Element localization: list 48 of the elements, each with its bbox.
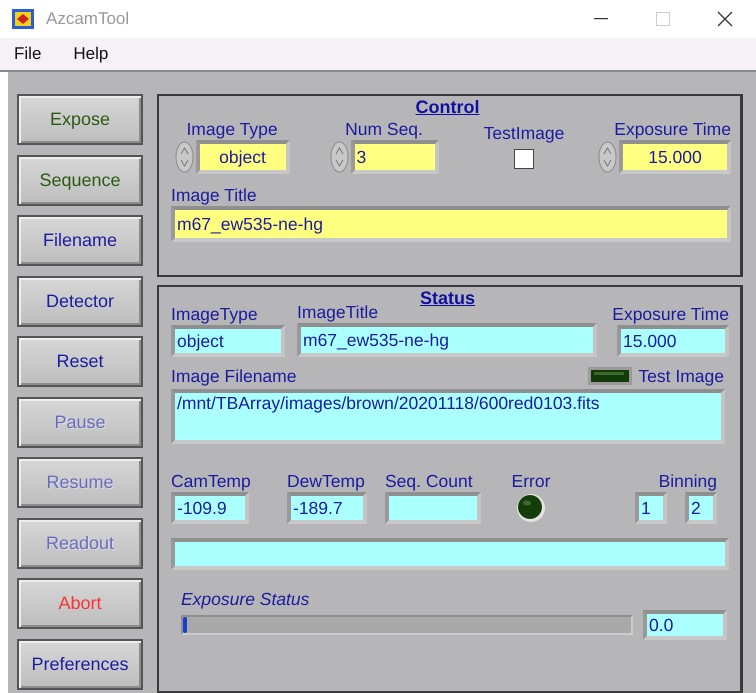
field-label: Binning bbox=[658, 470, 717, 492]
value-display: 15.000 bbox=[617, 325, 729, 357]
input-field[interactable]: 15.000 bbox=[619, 140, 731, 174]
led-label: Test Image bbox=[638, 365, 724, 387]
field-label: Exposure Time bbox=[612, 303, 729, 325]
input-field[interactable]: m67_ew535-ne-hg bbox=[171, 206, 731, 242]
action-button[interactable]: Sequence bbox=[17, 154, 143, 206]
field-label: Image Title bbox=[171, 184, 257, 206]
value-display: 1 bbox=[635, 492, 667, 524]
input-field[interactable]: 3 bbox=[350, 140, 438, 174]
menu-item[interactable]: File bbox=[8, 42, 48, 66]
field-label: Image Type bbox=[186, 118, 278, 140]
field-label: ImageType bbox=[171, 303, 258, 325]
field-label: Image Filename bbox=[171, 366, 296, 386]
value-display: m67_ew535-ne-hg bbox=[297, 323, 597, 357]
window-title: AzcamTool bbox=[46, 9, 130, 29]
checkbox[interactable] bbox=[514, 149, 534, 169]
value-display: 2 bbox=[685, 492, 717, 524]
spinner-icon[interactable] bbox=[174, 141, 194, 173]
field-label: Seq. Count bbox=[385, 470, 473, 492]
input-field[interactable]: object bbox=[196, 140, 290, 174]
field-label: Num Seq. bbox=[345, 118, 423, 140]
panel-title: Control bbox=[416, 97, 480, 118]
value-display: /mnt/TBArray/images/brown/20201118/600red0103.fits bbox=[171, 389, 725, 444]
field-label: Error bbox=[512, 470, 550, 492]
field-label: DewTemp bbox=[287, 470, 365, 492]
maximize-icon[interactable] bbox=[656, 12, 670, 26]
value-display: -109.9 bbox=[171, 492, 249, 524]
close-icon[interactable] bbox=[717, 11, 733, 27]
field-label: ImageTitle bbox=[297, 301, 378, 323]
value-display: 0.0 bbox=[643, 610, 727, 640]
value-display: object bbox=[171, 325, 285, 357]
field-label: TestImage bbox=[484, 122, 564, 144]
app-logo-icon bbox=[12, 9, 34, 29]
action-button[interactable]: Preferences bbox=[17, 638, 143, 690]
field-label: CamTemp bbox=[171, 470, 251, 492]
action-button[interactable]: Reset bbox=[17, 336, 143, 387]
value-display: -189.7 bbox=[287, 492, 367, 524]
action-button[interactable]: Detector bbox=[17, 276, 143, 326]
action-button[interactable]: Filename bbox=[17, 215, 143, 266]
spinner-icon[interactable] bbox=[330, 141, 348, 173]
field-label: Exposure Status bbox=[181, 588, 310, 610]
panel-title: Status bbox=[420, 288, 475, 309]
spinner-icon[interactable] bbox=[598, 141, 617, 173]
minimize-icon[interactable] bbox=[594, 18, 608, 20]
menu-item[interactable]: Help bbox=[67, 42, 114, 66]
action-button[interactable]: Expose bbox=[17, 94, 143, 145]
field-label: Exposure Time bbox=[614, 118, 731, 140]
